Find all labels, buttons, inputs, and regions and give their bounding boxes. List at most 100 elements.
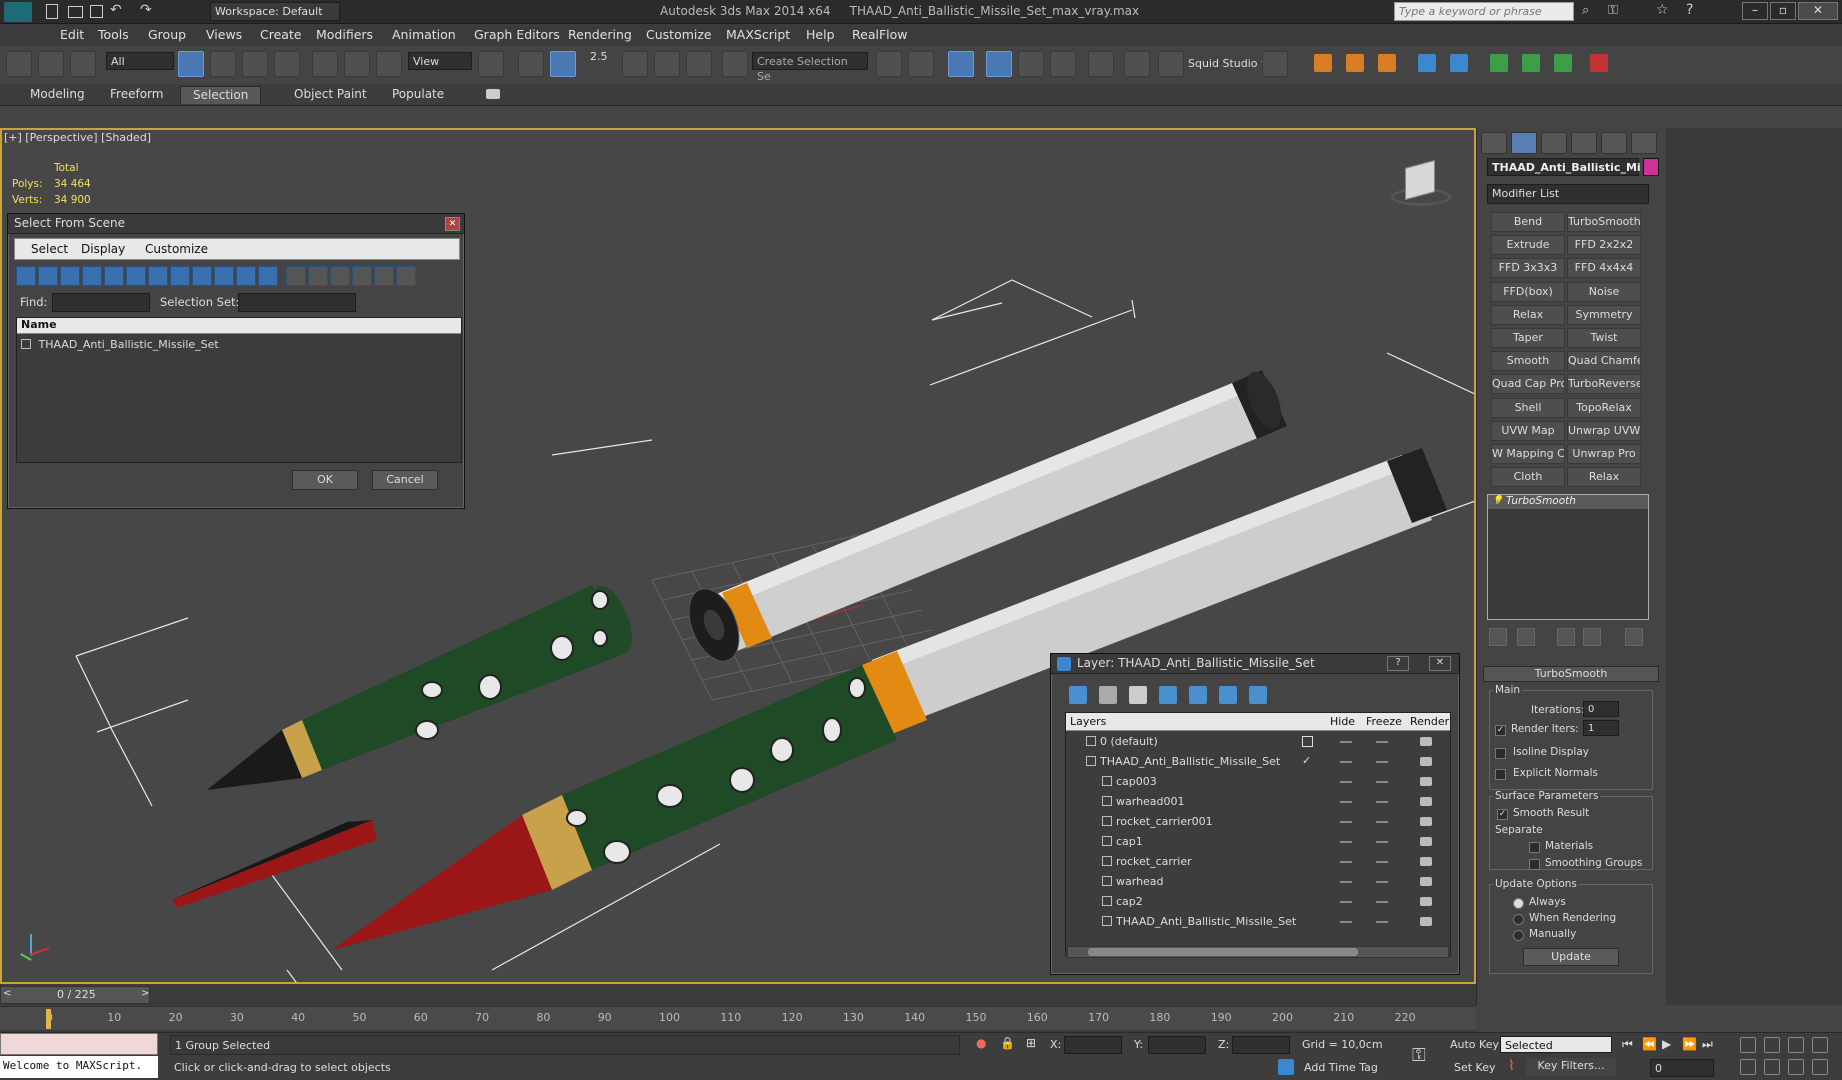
edit-named-selection-icon[interactable] bbox=[722, 51, 748, 77]
orbit-icon[interactable] bbox=[1788, 1059, 1804, 1075]
hide-toggle[interactable] bbox=[1340, 841, 1352, 843]
modifier-button-noise[interactable]: Noise bbox=[1567, 281, 1641, 302]
scale-icon[interactable] bbox=[376, 51, 402, 77]
list-item[interactable]: THAAD_Anti_Ballistic_Missile_Set bbox=[21, 338, 219, 351]
viewport-label[interactable]: [+] [Perspective] [Shaded] bbox=[4, 131, 151, 144]
plugin-green-icon-2[interactable] bbox=[1522, 54, 1540, 72]
render-toggle-icon[interactable] bbox=[1420, 917, 1432, 926]
col-hide[interactable]: Hide bbox=[1330, 715, 1355, 728]
pin-stack-icon[interactable] bbox=[1489, 628, 1507, 646]
hide-toggle[interactable] bbox=[1340, 901, 1352, 903]
selection-set-dropdown[interactable] bbox=[238, 293, 356, 312]
favorites-icon[interactable]: ☆ bbox=[1656, 2, 1669, 18]
always-radio[interactable] bbox=[1513, 898, 1524, 909]
layer-manager-icon[interactable] bbox=[948, 51, 974, 77]
plugin-orange-icon-3[interactable] bbox=[1378, 54, 1396, 72]
menu-item-help[interactable]: Help bbox=[806, 27, 835, 42]
key-icon[interactable]: ⚿ bbox=[1608, 3, 1618, 18]
layer-help-button[interactable]: ? bbox=[1387, 656, 1409, 671]
highlight-layer-icon[interactable] bbox=[1189, 686, 1207, 704]
render-toggle-icon[interactable] bbox=[1420, 797, 1432, 806]
filter-xrefs-icon[interactable] bbox=[170, 266, 190, 286]
maxscript-listener[interactable] bbox=[0, 1033, 158, 1055]
freeze-toggle[interactable] bbox=[1376, 801, 1388, 803]
zoom-all-icon[interactable] bbox=[1764, 1037, 1780, 1053]
active-layer-checkbox[interactable] bbox=[1302, 736, 1313, 747]
next-frame-icon[interactable]: > bbox=[141, 988, 149, 999]
freeze-toggle[interactable] bbox=[1376, 841, 1388, 843]
freeze-toggle[interactable] bbox=[1376, 921, 1388, 923]
ribbon-tab-modeling[interactable]: Modeling bbox=[18, 86, 97, 104]
move-icon[interactable] bbox=[312, 51, 338, 77]
tab-hierarchy-icon[interactable] bbox=[1541, 132, 1567, 154]
render-frame-icon[interactable] bbox=[1158, 51, 1184, 77]
redo-icon[interactable]: ↷ bbox=[140, 2, 152, 18]
key-icon-large[interactable]: ⚿ bbox=[1412, 1045, 1426, 1066]
modifier-button-ffd-4x4x4[interactable]: FFD 4x4x4 bbox=[1567, 258, 1641, 279]
filter-display-all-icon[interactable] bbox=[286, 266, 306, 286]
layer-object-row[interactable]: cap003 bbox=[1066, 773, 1450, 791]
menu-item-modifiers[interactable]: Modifiers bbox=[316, 27, 373, 42]
hide-toggle[interactable] bbox=[1340, 881, 1352, 883]
current-frame-input[interactable]: 0 bbox=[1650, 1059, 1714, 1077]
render-production-icon[interactable] bbox=[1262, 51, 1288, 77]
go-to-end-icon[interactable]: ⏭ bbox=[1702, 1037, 1713, 1052]
layer-hscrollbar[interactable] bbox=[1067, 946, 1449, 958]
select-dialog-menu-customize[interactable]: Customize bbox=[145, 242, 208, 256]
cancel-button[interactable]: Cancel bbox=[372, 470, 438, 490]
render-toggle-icon[interactable] bbox=[1420, 837, 1432, 846]
ribbon-tab-selection[interactable]: Selection bbox=[180, 86, 262, 104]
close-button[interactable]: ✕ bbox=[1798, 2, 1838, 20]
filter-bones-icon[interactable] bbox=[192, 266, 212, 286]
filter-containers-icon[interactable] bbox=[214, 266, 234, 286]
next-key-icon[interactable]: ⏩ bbox=[1682, 1037, 1697, 1051]
filter-hidden-icon[interactable] bbox=[258, 266, 278, 286]
menu-item-animation[interactable]: Animation bbox=[392, 27, 456, 42]
rotate-icon[interactable] bbox=[344, 51, 370, 77]
freeze-toggle[interactable] bbox=[1376, 901, 1388, 903]
isoline-checkbox[interactable] bbox=[1495, 748, 1506, 759]
tab-create-icon[interactable] bbox=[1481, 132, 1507, 154]
plugin-orange-icon-2[interactable] bbox=[1346, 54, 1364, 72]
viewcube[interactable] bbox=[1387, 159, 1451, 212]
select-dialog-menu-select[interactable]: Select bbox=[31, 242, 68, 256]
reference-coordinate-dropdown[interactable]: View bbox=[408, 52, 472, 70]
percent-snap-icon[interactable] bbox=[654, 51, 680, 77]
menu-item-maxscript[interactable]: MAXScript bbox=[726, 27, 790, 42]
configure-modifier-sets-icon[interactable] bbox=[1625, 628, 1643, 646]
freeze-toggle[interactable] bbox=[1376, 821, 1388, 823]
workspace-dropdown[interactable]: Workspace: Default bbox=[210, 2, 340, 21]
mirror-icon[interactable] bbox=[876, 51, 902, 77]
plugin-green-icon-3[interactable] bbox=[1554, 54, 1572, 72]
make-unique-icon[interactable] bbox=[1557, 628, 1575, 646]
menu-item-group[interactable]: Group bbox=[148, 27, 186, 42]
plugin-blue-icon-1[interactable] bbox=[1418, 54, 1436, 72]
key-mode-dropdown[interactable]: Selected bbox=[1500, 1036, 1612, 1053]
snap-toggle-label[interactable]: 2.5 bbox=[590, 50, 608, 63]
render-toggle-icon[interactable] bbox=[1420, 817, 1432, 826]
freeze-all-icon[interactable] bbox=[1249, 686, 1267, 704]
filter-lights-icon[interactable] bbox=[60, 266, 80, 286]
go-to-start-icon[interactable]: ⏮ bbox=[1622, 1037, 1633, 1052]
isolate-selection-icon[interactable]: ● bbox=[976, 1036, 986, 1050]
time-slider-marker[interactable] bbox=[46, 1009, 51, 1029]
prev-key-icon[interactable]: ⏪ bbox=[1642, 1037, 1657, 1051]
plugin-green-icon-1[interactable] bbox=[1490, 54, 1508, 72]
modifier-list-dropdown[interactable]: Modifier List bbox=[1487, 184, 1649, 204]
material-editor-icon[interactable] bbox=[1088, 51, 1114, 77]
layer-table[interactable]: Layers Hide Freeze Render 0 (default) THA… bbox=[1065, 712, 1451, 956]
modifier-button-ffd-2x2x2[interactable]: FFD 2x2x2 bbox=[1567, 235, 1641, 256]
keyboard-shortcut-override-icon[interactable] bbox=[550, 51, 576, 77]
filter-hierarchy-icon[interactable] bbox=[374, 266, 394, 286]
freeze-toggle[interactable] bbox=[1376, 861, 1388, 863]
search-input[interactable]: Type a keyword or phrase bbox=[1394, 2, 1574, 21]
filter-helpers-icon[interactable] bbox=[104, 266, 124, 286]
bulb-icon[interactable]: 💡 bbox=[1492, 496, 1503, 506]
filter-shapes-icon[interactable] bbox=[38, 266, 58, 286]
col-layers[interactable]: Layers bbox=[1070, 715, 1106, 728]
stack-item[interactable]: 💡 TurboSmooth bbox=[1488, 495, 1648, 509]
remove-modifier-icon[interactable] bbox=[1583, 628, 1601, 646]
layer-object-row[interactable]: rocket_carrier001 bbox=[1066, 813, 1450, 831]
filter-invert-icon[interactable] bbox=[330, 266, 350, 286]
menu-item-edit[interactable]: Edit bbox=[60, 27, 84, 42]
